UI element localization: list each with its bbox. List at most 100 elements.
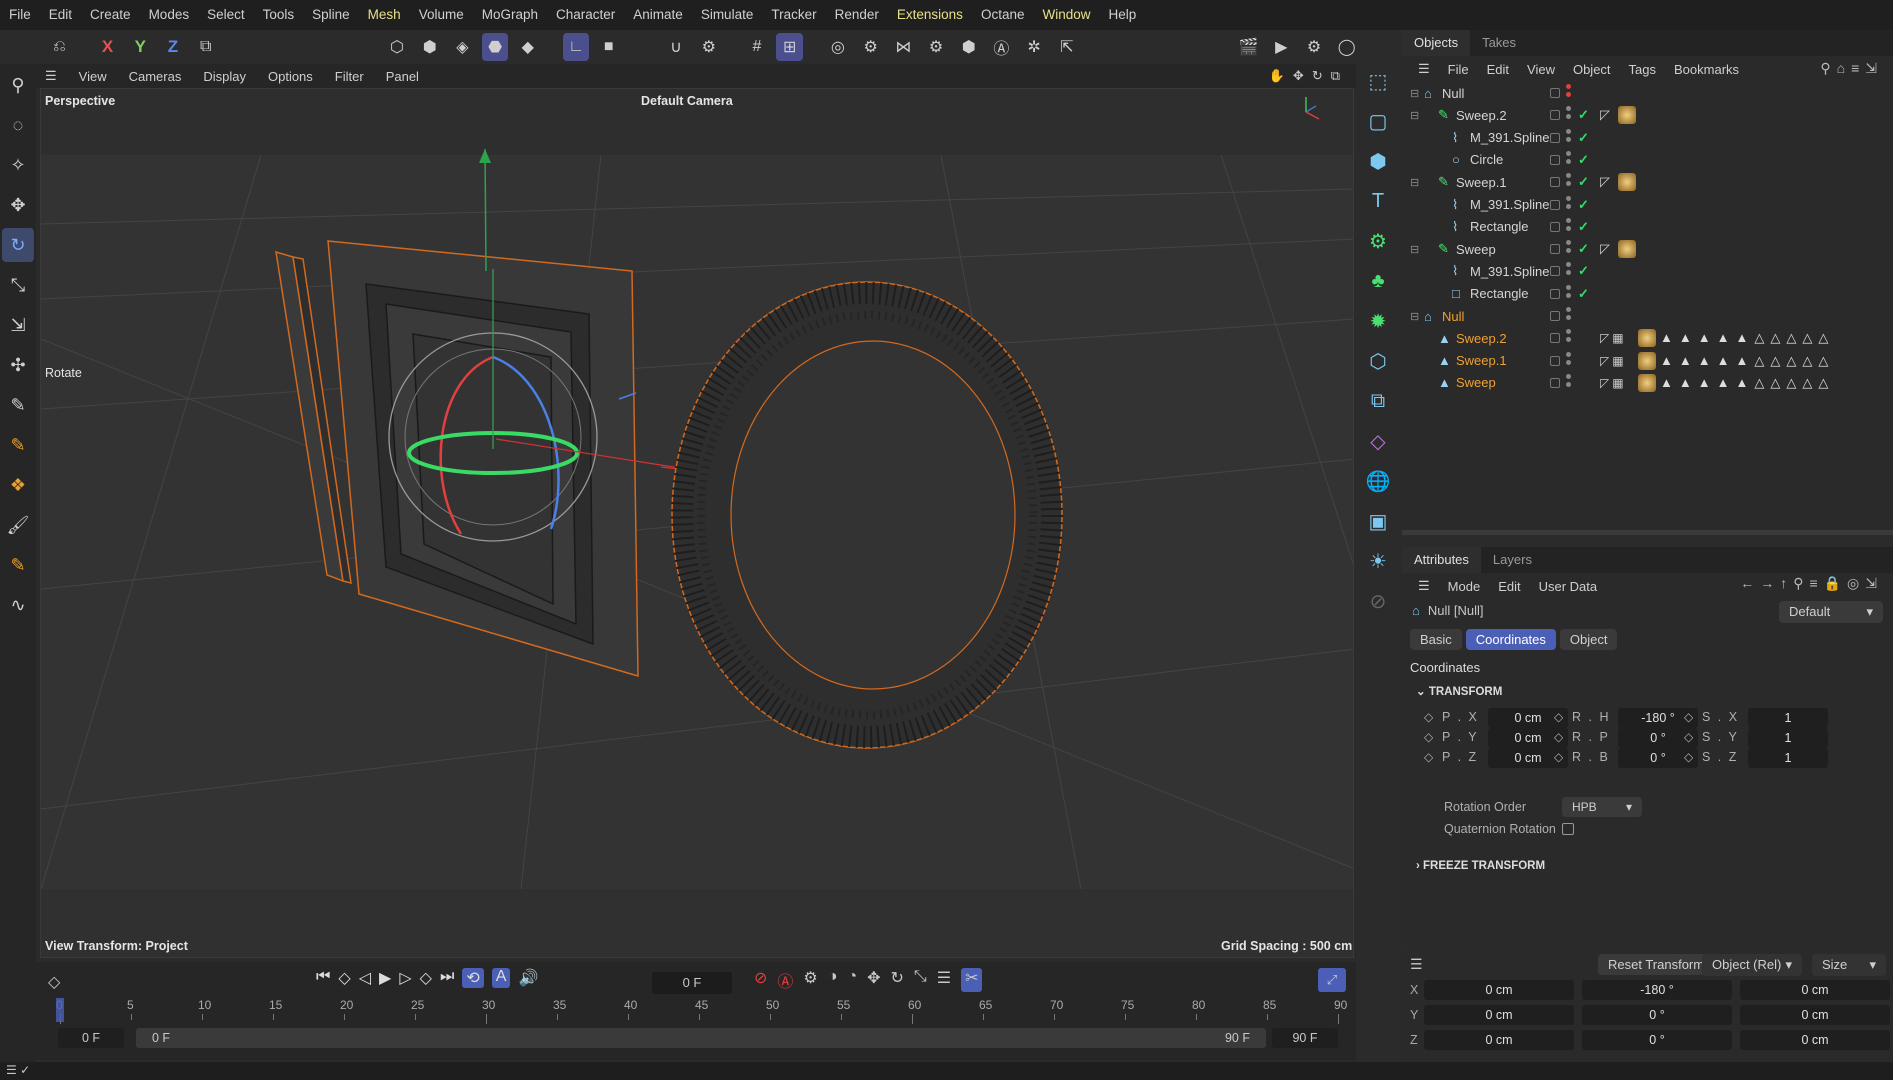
- menu-extensions[interactable]: Extensions: [888, 0, 972, 30]
- camera-object-icon[interactable]: ▣: [1361, 504, 1395, 538]
- viewport-menu-display[interactable]: Display: [194, 69, 255, 84]
- layer-icon[interactable]: [1550, 132, 1560, 143]
- keyframe-diamond-icon[interactable]: ◇: [48, 972, 60, 992]
- menu-mograph[interactable]: MoGraph: [473, 0, 547, 30]
- camera-label[interactable]: Default Camera: [641, 94, 733, 108]
- subtab-object[interactable]: Object: [1559, 629, 1618, 650]
- sparkle-icon[interactable]: ✲: [1021, 33, 1048, 61]
- menu-animate[interactable]: Animate: [624, 0, 692, 30]
- tree-row[interactable]: ⊟ ✎ Sweep ✓ ◸: [1410, 238, 1890, 260]
- timeline-ruler[interactable]: 051015202530354045505560657075808590: [36, 998, 1356, 1024]
- keyframe-diamond-icon[interactable]: ◇: [1424, 730, 1433, 744]
- selection-tag-icons[interactable]: ▲▲▲▲▲△△△△△: [1660, 375, 1834, 391]
- external-icon[interactable]: ⇱: [1053, 33, 1080, 61]
- tree-row[interactable]: □ Rectangle ✓: [1410, 283, 1890, 305]
- material-tag-icon[interactable]: [1638, 373, 1656, 392]
- status-menu-icon[interactable]: ☰ ✓: [6, 1063, 30, 1077]
- enabled-check-icon[interactable]: ✓: [1578, 219, 1589, 235]
- grid-snap-icon[interactable]: ⊞: [776, 33, 804, 61]
- visibility-dots[interactable]: [1566, 284, 1571, 298]
- magnet-icon[interactable]: ∪: [663, 33, 690, 61]
- reset-transform-button[interactable]: Reset Transform: [1598, 954, 1715, 975]
- layer-icon[interactable]: [1550, 177, 1560, 188]
- coord-position-field[interactable]: 0 cm: [1424, 980, 1574, 1000]
- field-icon[interactable]: ◇: [1361, 424, 1395, 458]
- scale-icon[interactable]: ⤡: [2, 268, 34, 302]
- playhead[interactable]: [56, 998, 64, 1022]
- viewport-navigation-icons[interactable]: ✋✥↻⧉: [1269, 68, 1356, 84]
- tree-row[interactable]: ▲ Sweep ◸▦ ▲▲▲▲▲△△△△△: [1410, 372, 1890, 394]
- soft-selection-icon[interactable]: ⚙: [695, 33, 722, 61]
- layer-icon[interactable]: [1550, 355, 1560, 366]
- end-frame-field[interactable]: 90 F: [1272, 1028, 1338, 1048]
- visibility-dots[interactable]: [1566, 329, 1571, 343]
- viewport-menu-view[interactable]: View: [70, 69, 116, 84]
- keyframe-diamond-icon[interactable]: ◇: [1684, 750, 1693, 764]
- polygons-mode-icon[interactable]: ◈: [449, 33, 476, 61]
- keyframe-diamond-icon[interactable]: ◇: [1424, 710, 1433, 724]
- frame-range-slider[interactable]: 0 F 90 F: [136, 1028, 1266, 1048]
- motion-record-icon[interactable]: ◔: [847, 968, 857, 992]
- objects-menu-edit[interactable]: Edit: [1479, 62, 1517, 77]
- visibility-dots[interactable]: [1566, 173, 1571, 187]
- objects-search-icon[interactable]: ⚲⌂≡⇲: [1820, 60, 1883, 77]
- freeze-group-header[interactable]: › FREEZE TRANSFORM: [1416, 860, 1545, 872]
- layer-icon[interactable]: [1550, 311, 1560, 321]
- menu-create[interactable]: Create: [81, 0, 140, 30]
- symmetry-settings-icon[interactable]: ⚙: [923, 33, 950, 61]
- coord-mode-dropdown[interactable]: Object (Rel) ▾: [1702, 954, 1802, 976]
- timeline-graph-icon[interactable]: ⤢: [1318, 968, 1346, 992]
- expand-toggle-icon[interactable]: ⊟: [1410, 109, 1438, 122]
- cube-icon[interactable]: ⬢: [1361, 144, 1395, 178]
- keyframe-diamond-icon[interactable]: ◇: [1424, 750, 1433, 764]
- symmetry-icon[interactable]: ⋈: [890, 33, 917, 61]
- tag-strip-icons[interactable]: ◸▦: [1600, 331, 1627, 345]
- render-view-icon[interactable]: 🎬: [1235, 33, 1262, 61]
- layer-icon[interactable]: [1550, 110, 1560, 121]
- objects-menu-tags[interactable]: Tags: [1621, 62, 1664, 77]
- tree-row[interactable]: ⊟ ⌂ Null: [1410, 305, 1890, 327]
- visibility-dots[interactable]: [1566, 195, 1571, 209]
- menu-help[interactable]: Help: [1099, 0, 1145, 30]
- tag-strip-icons[interactable]: ◸▦: [1600, 376, 1627, 390]
- material-tag-icon[interactable]: [1618, 240, 1636, 259]
- render-picture-viewer-icon[interactable]: ▶: [1268, 33, 1295, 61]
- enabled-check-icon[interactable]: ✓: [1578, 241, 1589, 257]
- tree-row[interactable]: ⊟ ✎ Sweep.1 ✓ ◸: [1410, 171, 1890, 193]
- points-mode-icon[interactable]: ⬡: [384, 33, 411, 61]
- layer-icon[interactable]: [1550, 199, 1560, 210]
- layer-icon[interactable]: [1550, 333, 1560, 344]
- spline-tools-icon[interactable]: ✎: [2, 428, 34, 462]
- coord-rotation-field[interactable]: 0 °: [1582, 1030, 1732, 1050]
- layer-icon[interactable]: [1550, 154, 1560, 165]
- enabled-check-icon[interactable]: ✓: [1578, 174, 1589, 190]
- tree-row[interactable]: ▲ Sweep.2 ◸▦ ▲▲▲▲▲△△△△△: [1410, 327, 1890, 349]
- lasso-select-icon[interactable]: ⬚: [1361, 64, 1395, 98]
- layer-icon[interactable]: [1550, 288, 1560, 299]
- visibility-dots[interactable]: [1566, 240, 1571, 254]
- menu-file[interactable]: File: [0, 0, 40, 30]
- visibility-dots[interactable]: [1566, 373, 1571, 387]
- knife-icon[interactable]: ✎: [2, 548, 34, 582]
- keyframe-diamond-icon[interactable]: ◇: [1554, 710, 1563, 724]
- prev-frame-icon[interactable]: ◁: [359, 968, 371, 988]
- uv-mode-icon[interactable]: ◆: [514, 33, 541, 61]
- menu-volume[interactable]: Volume: [410, 0, 473, 30]
- phong-tag-icon[interactable]: ◸: [1600, 107, 1610, 123]
- environment-icon[interactable]: 🌐: [1361, 464, 1395, 498]
- attributes-tab-attributes[interactable]: Attributes: [1402, 547, 1481, 573]
- objects-menu-view[interactable]: View: [1519, 62, 1563, 77]
- menu-tracker[interactable]: Tracker: [762, 0, 825, 30]
- menu-modes[interactable]: Modes: [140, 0, 199, 30]
- undo-icon[interactable]: ⎌: [46, 33, 73, 61]
- phong-tag-icon[interactable]: ◸: [1600, 174, 1610, 190]
- prev-key-icon[interactable]: ◇: [338, 968, 350, 988]
- keyframe-selection-icon[interactable]: ◑: [828, 968, 838, 992]
- subtab-coordinates[interactable]: Coordinates: [1465, 629, 1556, 650]
- coord-size-field[interactable]: 0 cm: [1740, 1030, 1890, 1050]
- point-level-anim-icon[interactable]: ✂: [961, 968, 983, 992]
- record-icon[interactable]: ⊘: [754, 968, 767, 992]
- menu-render[interactable]: Render: [826, 0, 888, 30]
- menu-tools[interactable]: Tools: [254, 0, 304, 30]
- search-icon[interactable]: ⚲: [2, 68, 34, 102]
